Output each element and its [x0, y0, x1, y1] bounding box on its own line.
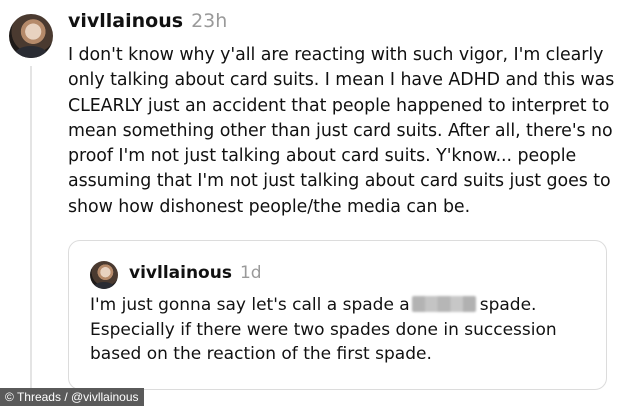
post-username[interactable]: vivllainous: [68, 10, 183, 32]
quoted-text-before: I'm just gonna say let's call a spade a: [90, 295, 410, 315]
quoted-avatar[interactable]: [90, 261, 118, 289]
quoted-post-header: vivllainous 1d: [129, 263, 262, 283]
post-text: I don't know why y'all are reacting with…: [68, 45, 615, 217]
thread-line: [30, 66, 32, 396]
avatar[interactable]: [9, 14, 53, 58]
quoted-post-text: I'm just gonna say let's call a spade as…: [90, 293, 590, 367]
quoted-post[interactable]: vivllainous 1d I'm just gonna say let's c…: [68, 240, 607, 390]
source-watermark: © Threads / @vivllainous: [0, 388, 144, 406]
post-header: vivllainous 23h: [68, 10, 227, 36]
quoted-username[interactable]: vivllainous: [129, 263, 232, 283]
quoted-timestamp: 1d: [239, 263, 262, 283]
threads-post: vivllainous 23h I don't know why y'all ar…: [0, 0, 634, 406]
post-timestamp: 23h: [191, 10, 228, 32]
censored-word: [411, 296, 476, 312]
